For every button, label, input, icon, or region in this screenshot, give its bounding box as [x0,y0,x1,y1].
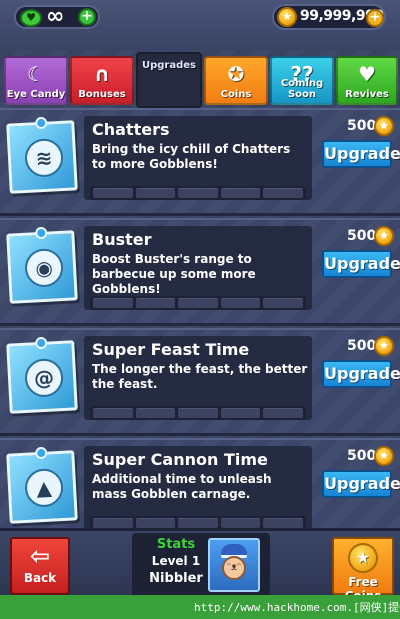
stats-panel[interactable]: Stats Level 1 Nibbler ᵔᴥᵔ [132,533,270,595]
pin-icon [34,336,48,350]
upgrade-price: 500 [347,118,377,134]
magnet-icon: ∩ [93,62,111,86]
player-level: Level 1 [151,554,201,568]
upgrade-progress [90,406,306,420]
watermark-text: http://www.hackhome.com.[网侠]提供 [194,601,400,614]
upgrade-button-super-cannon-time[interactable]: Upgrade [322,470,400,498]
upgrade-price: 500 [347,228,377,244]
progress-segment [135,298,176,308]
upgrade-title: Chatters [92,120,170,139]
lives-counter: ♥ ∞ + [14,4,100,29]
buster-icon: ◉ [6,226,78,304]
upgrade-title: Super Cannon Time [92,450,268,469]
back-label: Back [23,571,57,585]
pin-icon [34,116,48,130]
star-coin-icon: ★ [277,7,297,27]
tab-coming-soon[interactable]: ?? Coming Soon [270,56,334,105]
lives-value: ∞ [46,4,65,29]
upgrade-card-chatters: ≋ Chatters Bring the icy chill of Chatte… [0,108,400,216]
upgrade-button-super-feast-time[interactable]: Upgrade [322,360,400,388]
progress-segment [263,518,303,528]
upgrade-button-buster[interactable]: Upgrade [322,250,400,278]
star-coin-icon: ✪ [227,62,245,86]
tab-revives[interactable]: ♥ Revives [336,56,398,105]
tab-label: Upgrades [141,60,196,71]
tab-coins[interactable]: ✪ Coins [204,56,268,105]
tab-label: Eye Candy [6,89,66,100]
free-coins-button[interactable]: ★ Free Coins [332,537,394,595]
tab-label: Coming Soon [280,78,324,100]
upgrade-price: 500 [347,338,377,354]
progress-segment [263,408,303,418]
add-lives-button[interactable]: + [78,8,96,26]
tab-eye-candy[interactable]: ☾ Eye Candy [4,56,68,105]
chatters-icon: ≋ [6,116,78,194]
upgrade-description: The longer the feast, the better the fea… [92,362,308,391]
pin-icon [34,446,48,460]
mountain-moon-icon: ☾ [27,62,45,86]
shop-tabs: ☾ Eye Candy ∩ Bonuses Upgrades ✪ Coins ?… [0,50,400,108]
upgrade-description: Bring the icy chill of Chatters to more … [92,142,291,171]
tab-bonuses[interactable]: ∩ Bonuses [70,56,134,105]
progress-segment [93,518,133,528]
heart-icon: ♥ [20,9,42,27]
stats-title: Stats [156,537,196,552]
progress-segment [263,298,303,308]
avatar-face-icon: ᵔᴥᵔ [222,556,246,580]
tab-upgrades[interactable]: Upgrades [136,52,202,108]
star-coin-icon: ★ [374,116,394,136]
progress-segment [220,298,261,308]
progress-segment [178,518,218,528]
progress-segment [93,298,133,308]
bottom-bar: ⇦ Back Stats Level 1 Nibbler ᵔᴥᵔ ★ Free … [0,528,400,595]
progress-segment [135,188,176,198]
cannon-icon: ▲ [6,446,78,524]
upgrade-progress [90,296,306,310]
game-screen: ♥ ∞ + ★ 99,999,999 + ☾ Eye Candy ∩ Bonus… [0,0,400,595]
progress-segment [178,408,218,418]
player-avatar: ᵔᴥᵔ [208,538,260,592]
progress-segment [220,188,261,198]
upgrade-title: Super Feast Time [92,340,250,359]
upgrade-description: Additional time to unleash mass Gobblen … [92,472,272,501]
tab-label: Bonuses [78,89,126,100]
winged-heart-icon: ♥ [358,62,376,86]
upgrade-title: Buster [92,230,152,249]
progress-segment [178,298,218,308]
upgrade-price: 500 [347,448,377,464]
back-arrow-icon: ⇦ [29,542,51,570]
progress-segment [178,188,218,198]
tab-label: Revives [345,89,389,100]
progress-segment [135,518,176,528]
star-coin-icon: ★ [374,336,394,356]
upgrade-progress [90,186,306,200]
progress-segment [135,408,176,418]
progress-segment [220,518,261,528]
progress-segment [263,188,303,198]
upgrade-card-super-feast-time: @ Super Feast Time The longer the feast,… [0,328,400,436]
tab-label: Coins [220,89,252,100]
upgrade-description: Boost Buster's range to barbecue up some… [92,252,256,296]
star-coin-icon: ★ [374,226,394,246]
vortex-icon: @ [6,336,78,414]
upgrade-list: ≋ Chatters Bring the icy chill of Chatte… [0,108,400,546]
back-button[interactable]: ⇦ Back [10,537,70,595]
player-rank: Nibbler [149,571,203,586]
add-coins-button[interactable]: + [366,9,384,27]
pin-icon [34,226,48,240]
coins-counter: ★ 99,999,999 + [272,4,386,30]
upgrade-card-buster: ◉ Buster Boost Buster's range to barbecu… [0,218,400,326]
progress-segment [93,408,133,418]
watermark-bar: http://www.hackhome.com.[网侠]提供 [0,595,400,619]
star-coin-icon: ★ [348,543,378,573]
star-coin-icon: ★ [374,446,394,466]
free-coins-label: Free Coins [345,575,382,595]
upgrade-button-chatters[interactable]: Upgrade [322,140,400,168]
top-bar: ♥ ∞ + ★ 99,999,999 + [0,0,400,50]
progress-segment [220,408,261,418]
progress-segment [93,188,133,198]
